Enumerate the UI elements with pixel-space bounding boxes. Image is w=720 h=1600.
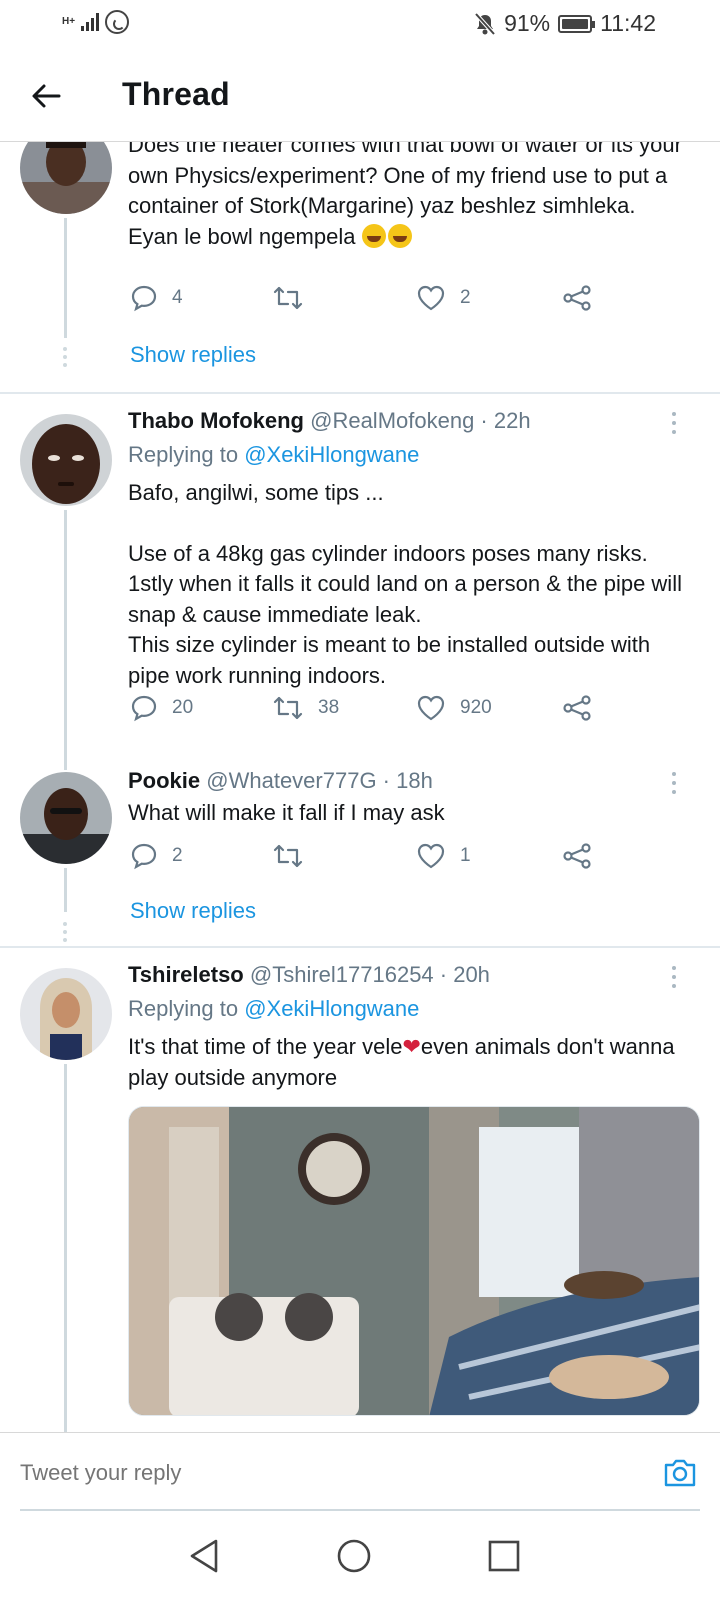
reply-icon: [131, 285, 157, 312]
retweet-button[interactable]: [272, 842, 304, 870]
reply-button[interactable]: 2: [130, 842, 183, 870]
more-options-button[interactable]: [672, 412, 678, 439]
avatar[interactable]: [20, 414, 112, 506]
replying-to: Replying to @XekiHlongwane: [128, 442, 420, 467]
thread-feed[interactable]: Does the heater comes with that bowl of …: [0, 142, 720, 1432]
triangle-back-icon: [190, 1539, 218, 1573]
thread-dots: [63, 922, 68, 946]
tweet-2[interactable]: Pookie @Whatever777G · 18h What will mak…: [0, 762, 720, 942]
reply-button[interactable]: 20: [130, 694, 193, 722]
network-type: H+: [62, 16, 76, 27]
broken-heart-emoji: ❤: [402, 1034, 421, 1059]
share-button[interactable]: [562, 842, 592, 870]
replying-to: Replying to @XekiHlongwane: [128, 996, 420, 1021]
share-icon: [563, 843, 591, 869]
top-app-bar: Thread: [0, 50, 720, 142]
input-underline: [20, 1509, 700, 1511]
nav-home-button[interactable]: [332, 1534, 376, 1578]
tweet-reply-input[interactable]: [20, 1453, 620, 1493]
arrow-left-icon: [32, 84, 61, 108]
tweet-photo[interactable]: [128, 1106, 700, 1416]
retweet-icon: [273, 696, 303, 720]
signal-icon: [81, 13, 100, 31]
tweet-1[interactable]: Thabo Mofokeng @RealMofokeng · 22h Reply…: [0, 394, 720, 770]
like-button[interactable]: 920: [416, 694, 492, 722]
retweet-icon: [273, 286, 303, 310]
retweet-icon: [273, 844, 303, 868]
like-button[interactable]: 1: [416, 842, 471, 870]
tweet-actions: 20 38 920: [130, 694, 610, 726]
battery-icon: [558, 14, 596, 33]
circle-home-icon: [337, 1539, 371, 1573]
reply-composer: [0, 1432, 720, 1511]
system-nav-bar: [0, 1512, 720, 1600]
mention-link[interactable]: @XekiHlongwane: [244, 996, 419, 1021]
tweet-0[interactable]: Does the heater comes with that bowl of …: [0, 142, 720, 394]
more-options-button[interactable]: [672, 772, 678, 799]
more-options-button[interactable]: [672, 966, 678, 993]
camera-button[interactable]: [660, 1453, 700, 1493]
share-icon: [563, 285, 591, 311]
tweet-text: Does the heater comes with that bowl of …: [128, 142, 682, 249]
tweet-actions: 2 1: [130, 842, 610, 874]
share-button[interactable]: [562, 694, 592, 722]
display-name[interactable]: Pookie: [128, 768, 200, 793]
bell-off-icon: [474, 12, 496, 35]
grin-emoji: [361, 223, 386, 248]
share-button[interactable]: [562, 284, 592, 312]
heart-icon: [417, 843, 445, 869]
thread-line: [64, 868, 67, 912]
display-name[interactable]: Tshireletso: [128, 962, 244, 987]
tweet-actions: 4 2: [130, 284, 610, 316]
tweet-header: Thabo Mofokeng @RealMofokeng · 22h: [128, 408, 531, 434]
avatar[interactable]: [20, 772, 112, 864]
status-left: H+: [62, 10, 130, 34]
share-icon: [563, 695, 591, 721]
tweet-text: It's that time of the year vele❤even ani…: [128, 1034, 675, 1090]
reply-icon: [131, 695, 157, 722]
square-recents-icon: [488, 1540, 520, 1572]
tweet-header: Tshireletso @Tshirel17716254 · 20h: [128, 962, 490, 988]
thread-line: [64, 510, 67, 770]
show-replies-link[interactable]: Show replies: [130, 898, 256, 924]
handle[interactable]: @Whatever777G · 18h: [206, 768, 433, 793]
avatar[interactable]: [20, 968, 112, 1060]
thread-line: [64, 1064, 67, 1432]
reply-button[interactable]: 4: [130, 284, 183, 312]
clock: 11:42: [600, 10, 656, 36]
back-button[interactable]: [26, 76, 66, 116]
handle[interactable]: @RealMofokeng · 22h: [310, 408, 530, 433]
battery-percent: 91%: [504, 10, 551, 36]
retweet-button[interactable]: [272, 284, 304, 312]
retweet-button[interactable]: 38: [272, 694, 339, 722]
show-replies-link[interactable]: Show replies: [130, 342, 256, 368]
status-bar: H+ 91% 11:42: [0, 0, 720, 50]
nav-recents-button[interactable]: [482, 1534, 526, 1578]
display-name[interactable]: Thabo Mofokeng: [128, 408, 304, 433]
grin-emoji: [387, 223, 412, 248]
tweet-text: What will make it fall if I may ask: [128, 800, 445, 825]
whatsapp-icon: [105, 10, 130, 34]
tweet-3[interactable]: Tshireletso @Tshirel17716254 · 20h Reply…: [0, 948, 720, 1432]
thread-dots: [63, 347, 68, 371]
reply-icon: [131, 843, 157, 870]
status-right: 91% 11:42: [474, 10, 656, 37]
handle[interactable]: @Tshirel17716254 · 20h: [250, 962, 490, 987]
page-title: Thread: [122, 76, 230, 112]
thread-line: [64, 218, 67, 338]
tweet-text: Bafo, angilwi, some tips ... Use of a 48…: [128, 480, 682, 688]
camera-icon: [664, 1459, 696, 1487]
tweet-header: Pookie @Whatever777G · 18h: [128, 768, 433, 794]
mention-link[interactable]: @XekiHlongwane: [244, 442, 419, 467]
like-button[interactable]: 2: [416, 284, 471, 312]
heart-icon: [417, 285, 445, 311]
nav-back-button[interactable]: [182, 1534, 226, 1578]
avatar[interactable]: [20, 142, 112, 214]
heart-icon: [417, 695, 445, 721]
